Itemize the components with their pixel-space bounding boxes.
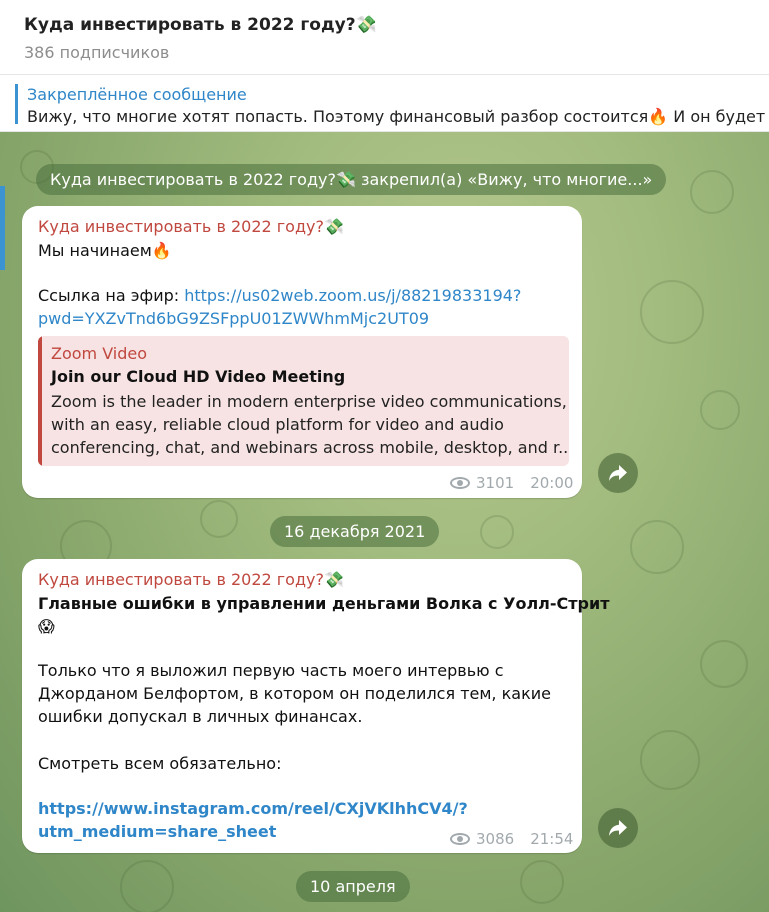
message-title-emoji: 😱 bbox=[38, 617, 55, 636]
subscriber-count: 386 подписчиков bbox=[24, 43, 170, 62]
date-separator: 16 декабря 2021 bbox=[270, 516, 440, 547]
service-message-pinned: Куда инвестировать в 2022 году?💸 закрепи… bbox=[36, 164, 667, 195]
pinned-label: Закреплённое сообщение bbox=[27, 85, 247, 104]
forward-button[interactable] bbox=[598, 808, 638, 848]
instagram-link[interactable]: https://www.instagram.com/reel/CXjVKlhhC… bbox=[38, 799, 468, 818]
chat-header[interactable]: Куда инвестировать в 2022 году?💸 386 под… bbox=[0, 0, 769, 75]
message-bubble[interactable]: Куда инвестировать в 2022 году?💸 Главные… bbox=[22, 559, 609, 853]
message-sender: Куда инвестировать в 2022 году?💸 bbox=[38, 217, 344, 236]
message-sender: Куда инвестировать в 2022 году?💸 bbox=[38, 570, 344, 589]
forward-icon bbox=[609, 820, 627, 836]
message-link-line: utm_medium=share_sheet bbox=[38, 821, 276, 843]
zoom-link-continued[interactable]: pwd=YXZvTnd6bG9ZSFppU01ZWWhmMjc2UT09 bbox=[38, 309, 429, 328]
channel-title: Куда инвестировать в 2022 году?💸 bbox=[24, 15, 377, 35]
message-time: 20:00 bbox=[530, 474, 574, 492]
forward-button[interactable] bbox=[598, 453, 638, 493]
link-preview-card[interactable]: Zoom Video Join our Cloud HD Video Meeti… bbox=[38, 336, 569, 466]
forward-icon bbox=[609, 465, 627, 481]
message-body-line: Только что я выложил первую часть моего … bbox=[38, 661, 504, 680]
pinned-message-bar[interactable]: Закреплённое сообщение Вижу, что многие … bbox=[0, 75, 769, 132]
view-count: 3101 bbox=[476, 474, 515, 492]
message-bubble[interactable]: Куда инвестировать в 2022 году?💸 Мы начи… bbox=[22, 206, 582, 498]
message-body-line: ошибки допускал в личных финансах. bbox=[38, 707, 363, 726]
preview-desc-line: Zoom is the leader in modern enterprise … bbox=[51, 392, 567, 411]
left-accent-strip bbox=[0, 186, 5, 270]
preview-accent-bar bbox=[38, 336, 42, 466]
preview-title: Join our Cloud HD Video Meeting bbox=[51, 367, 346, 386]
link-prefix: Ссылка на эфир: bbox=[38, 286, 185, 305]
message-text: Мы начинаем🔥 bbox=[38, 241, 172, 260]
pinned-accent-bar bbox=[15, 84, 18, 124]
pinned-text: Вижу, что многие хотят попасть. Поэтому … bbox=[27, 107, 769, 126]
message-title: Главные ошибки в управлении деньгами Вол… bbox=[38, 594, 610, 613]
message-meta: 3086 21:54 bbox=[450, 830, 573, 848]
preview-desc-line: with an easy, reliable cloud platform fo… bbox=[51, 415, 504, 434]
views-eye-icon bbox=[450, 833, 470, 845]
message-link-line: https://www.instagram.com/reel/CXjVKlhhC… bbox=[38, 798, 468, 820]
message-link-line: Ссылка на эфир: https://us02web.zoom.us/… bbox=[38, 285, 521, 307]
zoom-link[interactable]: https://us02web.zoom.us/j/88219833194? bbox=[184, 286, 521, 305]
message-body-line: Джорданом Белфортом, в котором он подели… bbox=[38, 684, 551, 703]
message-meta: 3101 20:00 bbox=[450, 474, 573, 492]
view-count: 3086 bbox=[476, 830, 515, 848]
views-eye-icon bbox=[450, 477, 470, 489]
message-time: 21:54 bbox=[530, 830, 574, 848]
message-link-line: pwd=YXZvTnd6bG9ZSFppU01ZWWhmMjc2UT09 bbox=[38, 308, 429, 330]
preview-site-name: Zoom Video bbox=[51, 344, 148, 363]
date-separator: 10 апреля bbox=[296, 871, 410, 902]
preview-description: Zoom is the leader in modern enterprise … bbox=[51, 390, 569, 459]
preview-desc-line: conferencing, chat, and webinars across … bbox=[51, 438, 569, 457]
instagram-link-continued[interactable]: utm_medium=share_sheet bbox=[38, 822, 276, 841]
message-body-line: Смотреть всем обязательно: bbox=[38, 754, 282, 773]
